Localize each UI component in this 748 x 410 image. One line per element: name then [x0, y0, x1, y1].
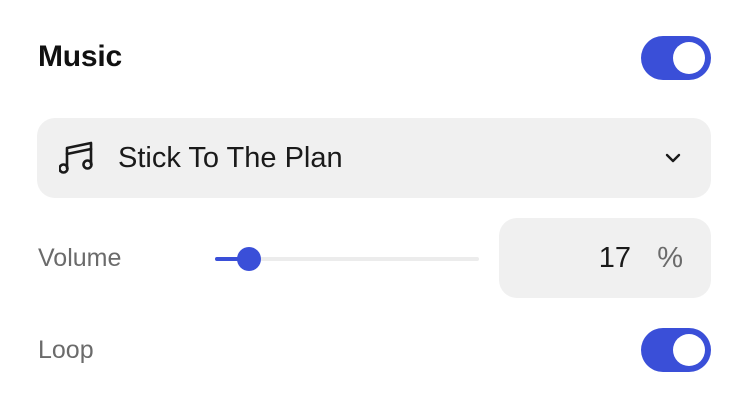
volume-field: 17 %: [499, 218, 711, 298]
track-name: Stick To The Plan: [118, 142, 343, 174]
volume-unit: %: [657, 242, 683, 274]
music-toggle[interactable]: [641, 36, 711, 80]
volume-label: Volume: [38, 244, 122, 272]
toggle-knob: [673, 42, 705, 74]
chevron-down-icon: [665, 153, 681, 163]
loop-label: Loop: [38, 336, 94, 364]
volume-slider[interactable]: [215, 247, 479, 271]
loop-toggle[interactable]: [641, 328, 711, 372]
music-header: Music: [38, 36, 711, 80]
section-title: Music: [38, 40, 123, 73]
music-note-icon: [59, 141, 93, 174]
track-select[interactable]: Stick To The Plan: [37, 118, 711, 198]
volume-input[interactable]: 17: [599, 242, 631, 275]
toggle-knob: [673, 334, 705, 366]
music-settings-panel: Music Stick To The Plan Volume 17 % Loop: [0, 0, 748, 410]
slider-thumb[interactable]: [236, 247, 261, 271]
